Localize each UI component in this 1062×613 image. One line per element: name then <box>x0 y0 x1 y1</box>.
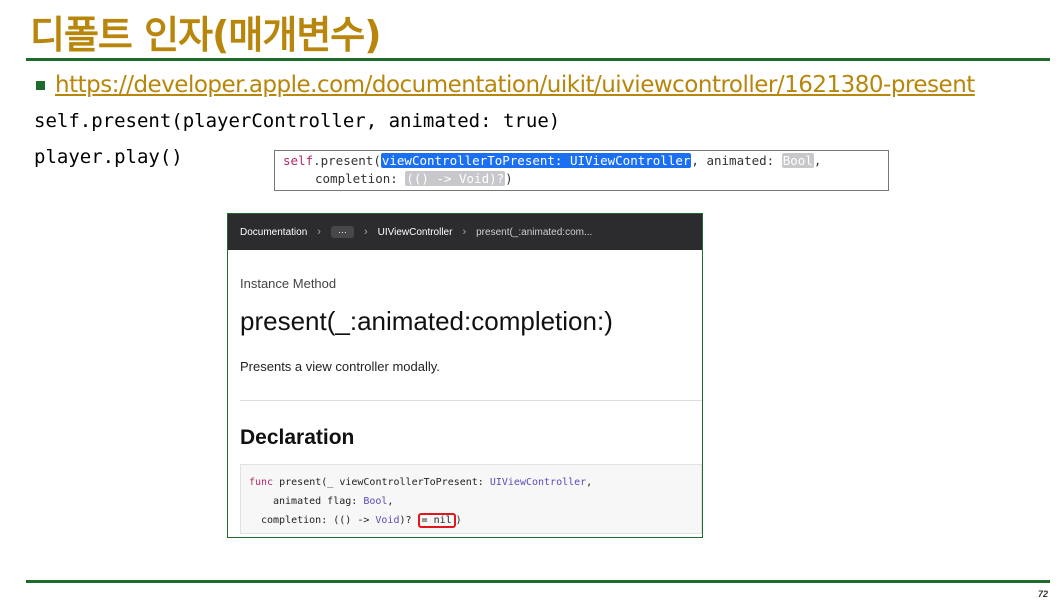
sig-closure-placeholder[interactable]: (() -> Void)? <box>405 171 506 186</box>
doc-title: present(_:animated:completion:) <box>240 306 613 336</box>
breadcrumb-documentation[interactable]: Documentation <box>240 227 307 238</box>
page-number: 72 <box>1037 589 1048 599</box>
doc-eyebrow: Instance Method <box>240 276 337 291</box>
link-bullet-row: https://developer.apple.com/documentatio… <box>36 72 975 98</box>
documentation-link[interactable]: https://developer.apple.com/documentatio… <box>55 72 975 98</box>
decl-l2-text: animated flag: <box>273 496 364 507</box>
breadcrumb-current: present(_:animated:com... <box>476 226 593 238</box>
decl-type-bool[interactable]: Bool <box>363 496 387 507</box>
decl-line-2: animated flag: Bool, <box>249 492 693 511</box>
breadcrumb-separator-icon: › <box>462 226 467 238</box>
doc-breadcrumb: Documentation › ··· › UIViewController ›… <box>228 214 702 250</box>
breadcrumb-separator-icon: › <box>363 226 368 238</box>
signature-line-1: self.present(viewControllerToPresent: UI… <box>283 152 880 170</box>
declaration-heading: Declaration <box>240 426 355 449</box>
sig-close-paren: ) <box>505 171 513 186</box>
bullet-square-icon <box>36 80 45 90</box>
decl-l1-text: present(_ viewControllerToPresent: <box>273 477 490 488</box>
decl-line-3: completion: (() -> Void)? = nil) <box>249 511 693 530</box>
sig-method: .present( <box>313 153 381 168</box>
decl-l3-text: completion: (() -> <box>261 515 376 526</box>
doc-abstract: Presents a view controller modally. <box>240 359 440 374</box>
sig-param-placeholder[interactable]: viewControllerToPresent: UIViewControlle… <box>380 153 692 168</box>
declaration-code: func present(_ viewControllerToPresent: … <box>240 464 702 534</box>
sig-comma-2: , <box>813 153 822 168</box>
decl-l1-comma: , <box>586 477 593 488</box>
xcode-signature-hint: self.present(viewControllerToPresent: UI… <box>274 150 889 191</box>
code-line-play: player.play() <box>34 146 183 168</box>
decl-line-1: func present(_ viewControllerToPresent: … <box>249 473 693 492</box>
decl-l3-text-2: )? <box>399 515 418 526</box>
title-divider <box>26 58 1050 61</box>
sig-animated-label: animated: <box>698 153 782 168</box>
sig-completion-label: completion: <box>315 171 406 186</box>
code-line-present: self.present(playerController, animated:… <box>34 110 561 132</box>
sig-bool-placeholder[interactable]: Bool <box>781 153 814 168</box>
decl-type-void[interactable]: Void <box>375 515 399 526</box>
breadcrumb-separator-icon: › <box>317 226 321 238</box>
decl-func-keyword: func <box>249 477 274 488</box>
decl-l3-close: ) <box>455 515 462 526</box>
breadcrumb-uiviewcontroller[interactable]: UIViewController <box>378 227 453 238</box>
breadcrumb-more-button[interactable]: ··· <box>330 226 354 238</box>
decl-type-uiviewcontroller[interactable]: UIViewController <box>490 477 586 488</box>
slide-title: 디폴트 인자(매개변수) <box>30 13 382 57</box>
signature-line-2: completion: (() -> Void)?) <box>283 170 880 188</box>
default-nil-highlight: = nil <box>417 513 456 528</box>
sig-comma: , <box>691 153 699 168</box>
footer-divider <box>26 580 1050 583</box>
doc-divider <box>240 400 702 401</box>
decl-l2-comma: , <box>387 496 394 507</box>
sig-self: self <box>283 153 314 168</box>
apple-doc-screenshot: Documentation › ··· › UIViewController ›… <box>227 213 703 538</box>
